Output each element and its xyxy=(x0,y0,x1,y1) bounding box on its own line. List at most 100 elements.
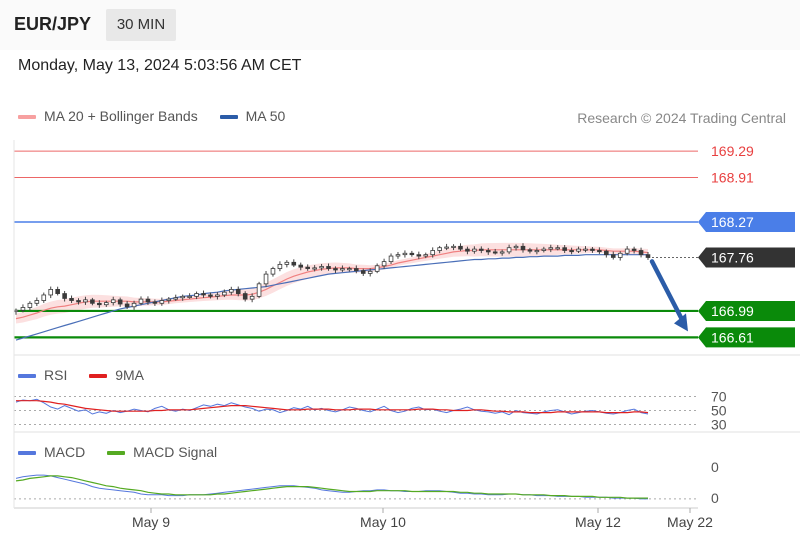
candle-body xyxy=(444,246,449,249)
candle-body xyxy=(13,309,19,313)
chart-canvas: 169.29168.91168.27167.76166.99166.617050… xyxy=(13,140,800,530)
rsi-tick-label: 30 xyxy=(711,417,727,433)
candle-body xyxy=(55,289,60,294)
candle-body xyxy=(645,254,651,258)
candle-body xyxy=(617,252,623,258)
candle-body xyxy=(305,266,310,269)
resistance-label: 169.29 xyxy=(711,143,754,159)
x-tick-label: May 12 xyxy=(575,514,621,530)
candle-body xyxy=(360,270,366,274)
candle-body xyxy=(166,298,172,301)
candle-body xyxy=(124,303,130,308)
candle-body xyxy=(312,267,317,270)
candle-body xyxy=(513,245,519,249)
candle-body xyxy=(374,265,380,272)
candle-body xyxy=(458,245,463,250)
candle-body xyxy=(138,298,144,304)
candle-body xyxy=(597,250,602,253)
candle-body xyxy=(472,248,477,252)
candle-body xyxy=(604,250,609,256)
candle-body xyxy=(610,254,616,258)
candle-body xyxy=(194,293,199,297)
candle-body xyxy=(569,250,574,253)
candle-body xyxy=(631,248,637,251)
candle-body xyxy=(395,254,401,257)
candle-body xyxy=(235,289,241,294)
candle-body xyxy=(492,251,498,254)
candle-body xyxy=(465,248,470,252)
candle-body xyxy=(548,247,554,250)
candle-body xyxy=(152,301,158,304)
candle-body xyxy=(284,261,290,265)
candle-body xyxy=(90,299,95,304)
candle-body xyxy=(159,300,165,304)
candle-body xyxy=(326,266,331,269)
candle-body xyxy=(83,299,88,303)
ma20-line xyxy=(15,249,649,320)
candle-body xyxy=(145,298,151,303)
candle-body xyxy=(541,248,547,251)
candle-body xyxy=(27,302,33,308)
candle-body xyxy=(430,250,435,256)
candle-body xyxy=(215,294,220,297)
candle-body xyxy=(249,295,255,300)
candle-body xyxy=(506,247,512,253)
candle-body xyxy=(263,273,269,285)
candle-body xyxy=(499,251,505,254)
candle-body xyxy=(340,268,345,271)
macd-signal-line xyxy=(15,475,648,499)
candle-body xyxy=(229,289,234,293)
candle-body xyxy=(485,250,491,253)
candle-body xyxy=(69,298,74,301)
candle-body xyxy=(34,300,40,304)
candle-body xyxy=(624,248,630,254)
candle-body xyxy=(41,294,47,301)
candle-body xyxy=(291,261,297,266)
forecast-arrow-shaft xyxy=(649,259,687,326)
candle-body xyxy=(479,248,484,251)
candle-body xyxy=(333,268,338,271)
macd-tick-label: 0 xyxy=(711,490,719,506)
candle-body xyxy=(208,294,213,297)
candle-body xyxy=(62,293,67,299)
candle-body xyxy=(555,247,561,250)
candle-body xyxy=(416,254,422,257)
pivot-label: 168.27 xyxy=(711,214,754,230)
macd-tick-label: 0 xyxy=(711,459,719,475)
candle-body xyxy=(534,250,540,253)
candle-body xyxy=(187,295,192,298)
resistance-label: 168.91 xyxy=(711,170,754,186)
candle-body xyxy=(576,248,581,252)
candle-body xyxy=(97,302,102,306)
candle-body xyxy=(256,283,262,297)
x-tick-label: May 9 xyxy=(132,514,170,530)
candle-body xyxy=(222,291,227,296)
candle-body xyxy=(270,268,276,275)
x-tick-label: May 22 xyxy=(667,514,713,530)
candle-body xyxy=(381,261,387,267)
candle-body xyxy=(583,248,588,251)
last-price-label: 167.76 xyxy=(711,249,754,265)
candle-body xyxy=(48,289,54,296)
candle-body xyxy=(354,268,359,272)
candle-body xyxy=(423,254,429,257)
x-tick-label: May 10 xyxy=(360,514,406,530)
candle-body xyxy=(110,299,116,304)
candle-body xyxy=(319,266,324,269)
candle-body xyxy=(520,245,526,251)
candle-body xyxy=(180,295,185,299)
candle-body xyxy=(117,299,123,305)
support-label: 166.61 xyxy=(711,329,754,345)
candle-body xyxy=(590,248,595,251)
candle-body xyxy=(367,270,373,274)
candle-body xyxy=(201,293,206,296)
candle-body xyxy=(76,300,81,303)
candle-body xyxy=(402,252,408,256)
candle-body xyxy=(451,245,456,248)
candle-body xyxy=(242,293,248,300)
candle-body xyxy=(409,252,415,256)
candle-body xyxy=(173,297,179,300)
candle-body xyxy=(298,264,304,268)
candle-body xyxy=(131,302,137,308)
candle-body xyxy=(277,263,283,269)
